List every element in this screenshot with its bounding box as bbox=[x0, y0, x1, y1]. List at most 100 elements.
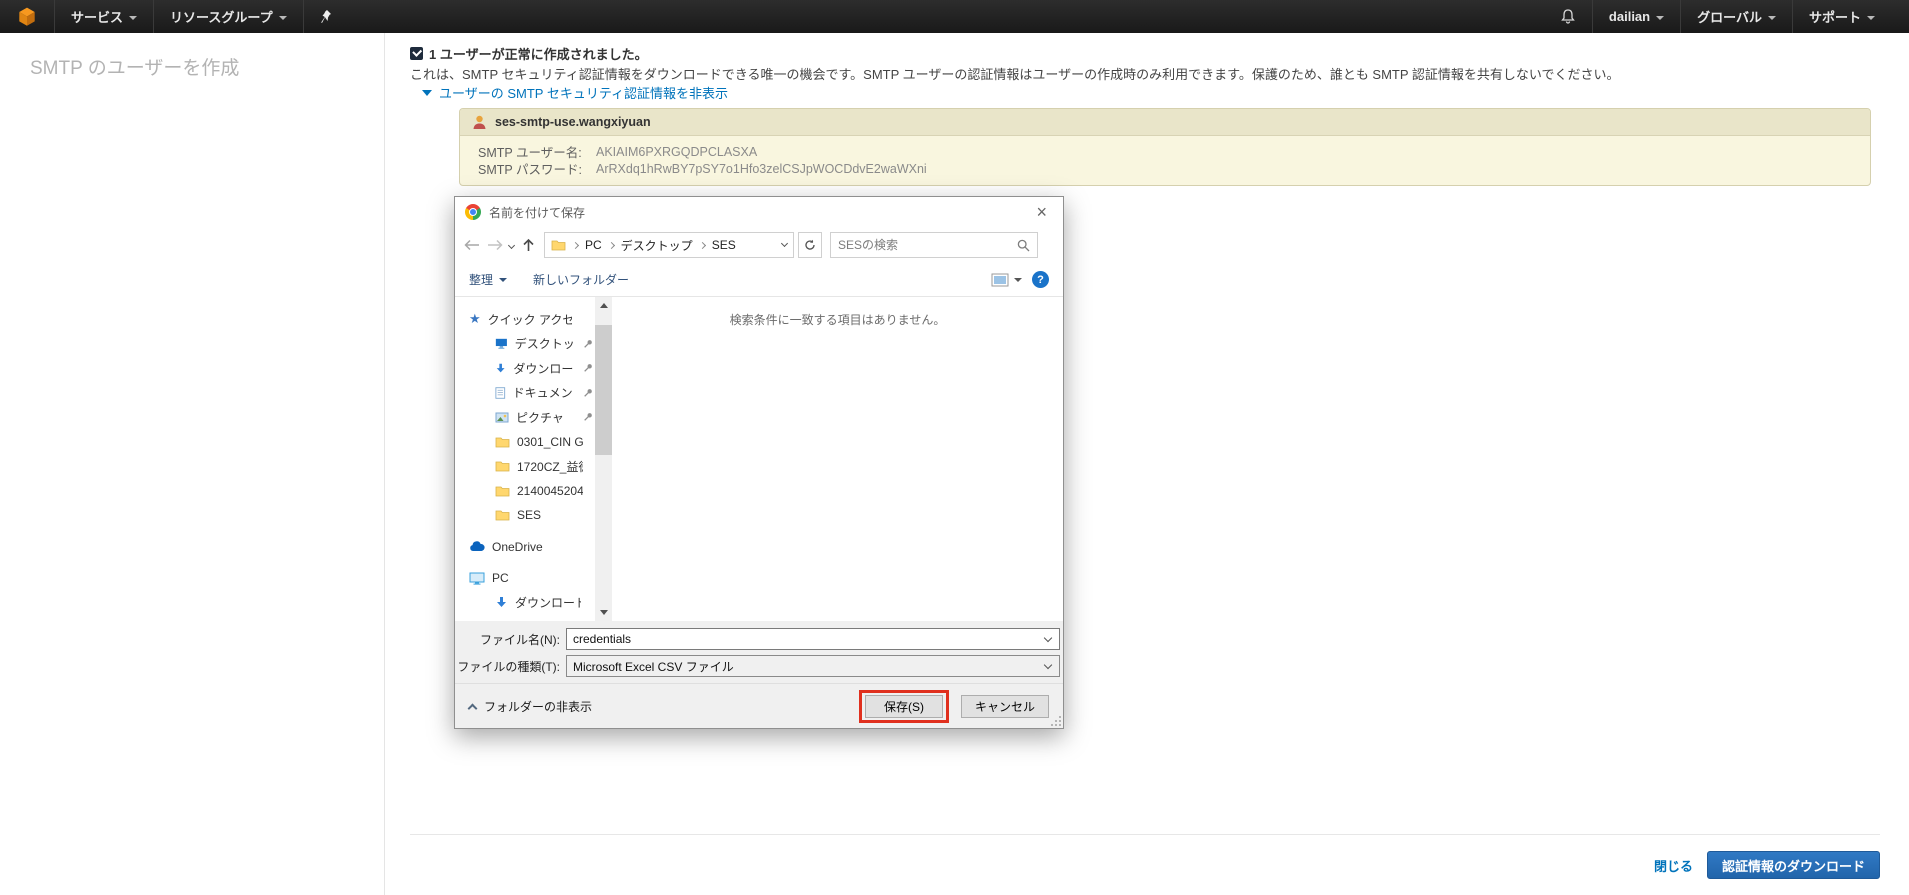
filename-combo bbox=[566, 628, 1060, 650]
document-icon bbox=[495, 386, 506, 400]
close-icon[interactable]: × bbox=[1030, 203, 1053, 221]
close-link[interactable]: 閉じる bbox=[1654, 856, 1693, 875]
nav-item-pc-downloads[interactable]: ダウンロード bbox=[455, 591, 595, 616]
pin-shortcut-button[interactable] bbox=[304, 0, 350, 33]
scrollbar-thumb[interactable] bbox=[595, 325, 612, 455]
hide-folders-button[interactable]: フォルダーの非表示 bbox=[469, 698, 592, 715]
nav-item-folder-2140[interactable]: 21400452044013 bbox=[455, 479, 595, 504]
pin-icon bbox=[583, 388, 593, 398]
up-arrow-icon[interactable] bbox=[521, 237, 536, 253]
empty-results-text: 検索条件に一致する項目はありません。 bbox=[612, 311, 1063, 328]
cancel-button[interactable]: キャンセル bbox=[961, 695, 1049, 718]
credentials-header: ses-smtp-use.wangxiyuan bbox=[460, 109, 1870, 136]
new-folder-button[interactable]: 新しいフォルダー bbox=[533, 271, 629, 288]
breadcrumb-separator-icon bbox=[699, 241, 706, 248]
smtp-password-row: SMTP パスワード: ArRXdq1hRwBY7pSY7o1Hfo3zelCS… bbox=[478, 160, 1870, 177]
credentials-panel: ses-smtp-use.wangxiyuan SMTP ユーザー名: AKIA… bbox=[459, 108, 1871, 186]
chrome-icon bbox=[465, 204, 481, 220]
aws-logo[interactable] bbox=[0, 0, 54, 33]
save-button[interactable]: 保存(S) bbox=[865, 695, 943, 718]
filename-input[interactable] bbox=[567, 632, 1045, 646]
file-fields-area: ファイル名(N): ファイルの種類(T): Microsoft Excel CS… bbox=[455, 621, 1063, 683]
smtp-username-row: SMTP ユーザー名: AKIAIM6PXRGQDPCLASXA bbox=[478, 143, 1870, 160]
breadcrumb-separator-icon bbox=[608, 241, 615, 248]
success-description: これは、SMTP セキュリティ認証情報をダウンロードできる唯一の機会です。SMT… bbox=[410, 64, 1890, 83]
search-input[interactable] bbox=[831, 238, 1017, 252]
download-arrow-icon bbox=[495, 596, 508, 609]
left-sidebar: SMTP のユーザーを作成 bbox=[0, 33, 385, 895]
pc-icon bbox=[469, 572, 485, 585]
filetype-select[interactable]: Microsoft Excel CSV ファイル bbox=[566, 655, 1060, 677]
dialog-toolbar: 整理 新しいフォルダー ? bbox=[455, 263, 1063, 297]
resize-grip[interactable] bbox=[1051, 716, 1061, 726]
download-credentials-button[interactable]: 認証情報のダウンロード bbox=[1707, 851, 1880, 879]
onedrive-cloud-icon bbox=[469, 541, 485, 552]
nav-item-folder-0301[interactable]: 0301_CIN GROU bbox=[455, 430, 595, 455]
credentials-body: SMTP ユーザー名: AKIAIM6PXRGQDPCLASXA SMTP パス… bbox=[460, 136, 1870, 177]
help-button[interactable]: ? bbox=[1032, 271, 1049, 288]
nav-item-onedrive[interactable]: OneDrive bbox=[455, 535, 595, 560]
success-message: 1 ユーザーが正常に作成されました。 bbox=[410, 44, 648, 63]
chevron-down-icon bbox=[1656, 16, 1664, 20]
dialog-title: 名前を付けて保存 bbox=[489, 204, 1022, 221]
folder-icon bbox=[495, 436, 510, 448]
address-bar-row: PC デスクトップ SES bbox=[455, 227, 1063, 263]
refresh-button[interactable] bbox=[798, 232, 822, 258]
nav-item-folder-ses[interactable]: SES bbox=[455, 503, 595, 528]
nav-pane-scrollbar[interactable] bbox=[595, 297, 612, 621]
forward-arrow-icon[interactable] bbox=[486, 238, 504, 252]
divider bbox=[410, 834, 1880, 835]
page-actions: 閉じる 認証情報のダウンロード bbox=[1654, 851, 1880, 879]
breadcrumb-item-pc[interactable]: PC bbox=[585, 238, 602, 252]
file-list-area[interactable]: 検索条件に一致する項目はありません。 bbox=[612, 297, 1063, 621]
chevron-down-icon bbox=[129, 16, 137, 20]
dialog-body: ★ クイック アクセス デスクトップ ダウンロード bbox=[455, 297, 1063, 621]
chevron-down-icon[interactable] bbox=[1044, 633, 1052, 641]
recent-locations-chevron-icon[interactable] bbox=[508, 241, 515, 248]
triangle-down-icon bbox=[422, 90, 432, 96]
address-dropdown-chevron-icon[interactable] bbox=[781, 240, 788, 247]
filetype-value: Microsoft Excel CSV ファイル bbox=[567, 658, 1045, 675]
scroll-down-icon[interactable] bbox=[595, 604, 612, 621]
nav-item-pictures[interactable]: ピクチャ bbox=[455, 405, 595, 430]
pin-icon bbox=[583, 412, 593, 422]
view-mode-button[interactable] bbox=[991, 273, 1022, 287]
breadcrumb-item-ses[interactable]: SES bbox=[712, 238, 736, 252]
download-arrow-icon bbox=[495, 362, 506, 375]
breadcrumb-item-desktop[interactable]: デスクトップ bbox=[621, 237, 693, 254]
nav-item-downloads[interactable]: ダウンロード bbox=[455, 356, 595, 381]
region-menu[interactable]: グローバル bbox=[1681, 0, 1792, 33]
pin-icon bbox=[583, 363, 593, 373]
notifications-button[interactable] bbox=[1544, 0, 1592, 33]
folder-icon bbox=[495, 485, 510, 497]
pushpin-icon bbox=[320, 9, 334, 25]
checkbox-checked-icon bbox=[410, 47, 423, 60]
nav-item-documents[interactable]: ドキュメント bbox=[455, 381, 595, 406]
organize-menu[interactable]: 整理 bbox=[469, 271, 507, 288]
account-menu[interactable]: dailian bbox=[1593, 0, 1680, 33]
quick-access-star-icon: ★ bbox=[469, 311, 481, 327]
dialog-title-bar[interactable]: 名前を付けて保存 × bbox=[455, 197, 1063, 227]
breadcrumb-separator-icon bbox=[572, 241, 579, 248]
chrome-center-icon bbox=[469, 208, 477, 216]
support-menu[interactable]: サポート bbox=[1793, 0, 1891, 33]
nav-item-quick-access[interactable]: ★ クイック アクセス bbox=[455, 307, 595, 332]
resource-groups-menu[interactable]: リソースグループ bbox=[154, 0, 303, 33]
bell-icon bbox=[1560, 8, 1576, 25]
chevron-down-icon bbox=[1014, 278, 1022, 282]
filetype-label: ファイルの種類(T): bbox=[455, 658, 560, 675]
pin-icon bbox=[583, 339, 593, 349]
nav-item-pc[interactable]: PC bbox=[455, 566, 595, 591]
smtp-password-value: ArRXdq1hRwBY7pSY7o1Hfo3zelCSJpWOCDdvE2wa… bbox=[596, 162, 927, 176]
nav-item-folder-1720cz[interactable]: 1720CZ_益徳穿 bbox=[455, 454, 595, 479]
user-icon bbox=[472, 114, 487, 130]
nav-item-desktop[interactable]: デスクトップ bbox=[455, 332, 595, 357]
scroll-up-icon[interactable] bbox=[595, 297, 612, 314]
search-box bbox=[830, 232, 1038, 258]
search-icon[interactable] bbox=[1017, 239, 1030, 252]
services-menu[interactable]: サービス bbox=[55, 0, 153, 33]
dialog-footer: フォルダーの非表示 保存(S) キャンセル bbox=[455, 683, 1063, 728]
back-arrow-icon[interactable] bbox=[463, 238, 481, 252]
breadcrumb-address-bar[interactable]: PC デスクトップ SES bbox=[544, 232, 794, 258]
hide-credentials-link[interactable]: ユーザーの SMTP セキュリティ認証情報を非表示 bbox=[422, 83, 728, 102]
